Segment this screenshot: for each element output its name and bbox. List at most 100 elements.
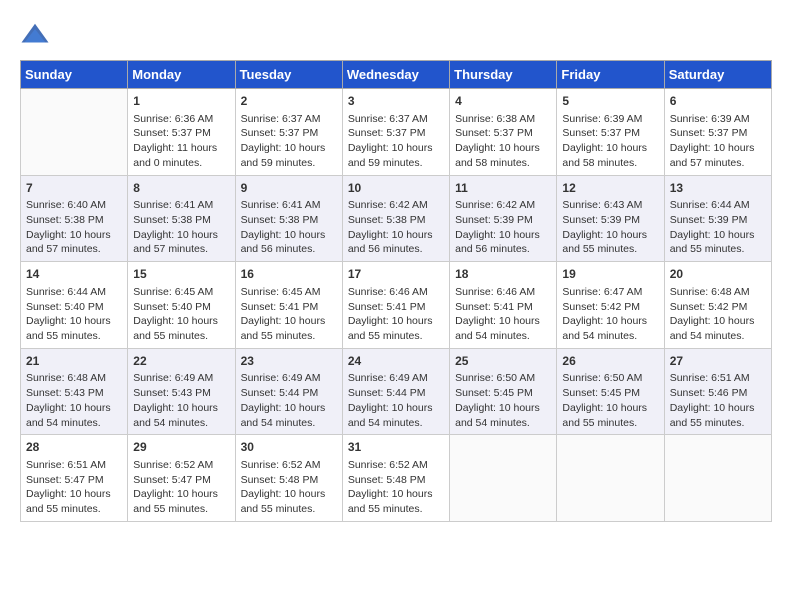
day-info-line: Sunrise: 6:37 AM: [348, 112, 444, 127]
col-monday: Monday: [128, 61, 235, 89]
day-info-line: Daylight: 10 hours: [348, 401, 444, 416]
day-info-line: Sunrise: 6:41 AM: [241, 198, 337, 213]
day-info-line: and 55 minutes.: [348, 329, 444, 344]
day-info-line: Sunrise: 6:42 AM: [348, 198, 444, 213]
day-info-line: Sunset: 5:41 PM: [241, 300, 337, 315]
day-info-line: and 57 minutes.: [26, 242, 122, 257]
day-info-line: Daylight: 10 hours: [562, 314, 658, 329]
calendar-cell: 15Sunrise: 6:45 AMSunset: 5:40 PMDayligh…: [128, 262, 235, 349]
day-info-line: Sunset: 5:37 PM: [455, 126, 551, 141]
day-info-line: and 55 minutes.: [133, 329, 229, 344]
day-info-line: and 54 minutes.: [348, 416, 444, 431]
day-info-line: and 54 minutes.: [670, 329, 766, 344]
day-info-line: Sunrise: 6:51 AM: [26, 458, 122, 473]
day-number: 23: [241, 353, 337, 370]
col-thursday: Thursday: [450, 61, 557, 89]
day-info-line: Sunrise: 6:44 AM: [26, 285, 122, 300]
day-info-line: Daylight: 10 hours: [348, 487, 444, 502]
day-info-line: Daylight: 10 hours: [670, 314, 766, 329]
calendar-cell: [664, 435, 771, 522]
day-info-line: Sunrise: 6:38 AM: [455, 112, 551, 127]
day-info-line: Daylight: 10 hours: [133, 314, 229, 329]
calendar-cell: 21Sunrise: 6:48 AMSunset: 5:43 PMDayligh…: [21, 348, 128, 435]
calendar-cell: 28Sunrise: 6:51 AMSunset: 5:47 PMDayligh…: [21, 435, 128, 522]
calendar-cell: 13Sunrise: 6:44 AMSunset: 5:39 PMDayligh…: [664, 175, 771, 262]
day-info-line: Daylight: 10 hours: [348, 314, 444, 329]
day-info-line: and 54 minutes.: [241, 416, 337, 431]
day-info-line: Sunset: 5:42 PM: [562, 300, 658, 315]
col-tuesday: Tuesday: [235, 61, 342, 89]
day-info-line: Sunrise: 6:45 AM: [241, 285, 337, 300]
day-info-line: Sunset: 5:44 PM: [348, 386, 444, 401]
calendar-cell: 25Sunrise: 6:50 AMSunset: 5:45 PMDayligh…: [450, 348, 557, 435]
calendar-cell: 7Sunrise: 6:40 AMSunset: 5:38 PMDaylight…: [21, 175, 128, 262]
day-number: 16: [241, 266, 337, 283]
logo: [20, 20, 54, 50]
day-info-line: Daylight: 10 hours: [455, 228, 551, 243]
day-number: 1: [133, 93, 229, 110]
day-info-line: Daylight: 10 hours: [348, 228, 444, 243]
day-info-line: Sunrise: 6:39 AM: [670, 112, 766, 127]
calendar-cell: 30Sunrise: 6:52 AMSunset: 5:48 PMDayligh…: [235, 435, 342, 522]
calendar-week-row: 7Sunrise: 6:40 AMSunset: 5:38 PMDaylight…: [21, 175, 772, 262]
day-info-line: Sunset: 5:38 PM: [348, 213, 444, 228]
calendar-cell: 4Sunrise: 6:38 AMSunset: 5:37 PMDaylight…: [450, 89, 557, 176]
calendar-cell: [450, 435, 557, 522]
day-info-line: and 57 minutes.: [670, 156, 766, 171]
day-number: 27: [670, 353, 766, 370]
day-number: 26: [562, 353, 658, 370]
day-info-line: Sunrise: 6:46 AM: [348, 285, 444, 300]
day-number: 9: [241, 180, 337, 197]
day-info-line: and 54 minutes.: [455, 329, 551, 344]
day-info-line: Sunrise: 6:43 AM: [562, 198, 658, 213]
day-info-line: Sunrise: 6:52 AM: [241, 458, 337, 473]
day-info-line: Sunset: 5:44 PM: [241, 386, 337, 401]
day-info-line: Sunrise: 6:42 AM: [455, 198, 551, 213]
day-info-line: Sunset: 5:37 PM: [562, 126, 658, 141]
day-info-line: Daylight: 11 hours: [133, 141, 229, 156]
day-info-line: and 58 minutes.: [455, 156, 551, 171]
day-info-line: Sunrise: 6:52 AM: [348, 458, 444, 473]
day-info-line: Daylight: 10 hours: [562, 401, 658, 416]
day-number: 4: [455, 93, 551, 110]
calendar-cell: 29Sunrise: 6:52 AMSunset: 5:47 PMDayligh…: [128, 435, 235, 522]
calendar-cell: 10Sunrise: 6:42 AMSunset: 5:38 PMDayligh…: [342, 175, 449, 262]
day-info-line: Sunrise: 6:41 AM: [133, 198, 229, 213]
day-number: 18: [455, 266, 551, 283]
calendar-header-row: Sunday Monday Tuesday Wednesday Thursday…: [21, 61, 772, 89]
day-info-line: Daylight: 10 hours: [133, 228, 229, 243]
day-info-line: Sunrise: 6:45 AM: [133, 285, 229, 300]
day-info-line: Daylight: 10 hours: [455, 314, 551, 329]
day-info-line: and 56 minutes.: [241, 242, 337, 257]
day-info-line: Sunrise: 6:44 AM: [670, 198, 766, 213]
day-info-line: Sunrise: 6:50 AM: [455, 371, 551, 386]
day-info-line: and 57 minutes.: [133, 242, 229, 257]
calendar-cell: 9Sunrise: 6:41 AMSunset: 5:38 PMDaylight…: [235, 175, 342, 262]
day-info-line: Sunset: 5:42 PM: [670, 300, 766, 315]
calendar-cell: 6Sunrise: 6:39 AMSunset: 5:37 PMDaylight…: [664, 89, 771, 176]
day-number: 8: [133, 180, 229, 197]
day-info-line: and 59 minutes.: [241, 156, 337, 171]
day-number: 20: [670, 266, 766, 283]
col-saturday: Saturday: [664, 61, 771, 89]
calendar-cell: 17Sunrise: 6:46 AMSunset: 5:41 PMDayligh…: [342, 262, 449, 349]
calendar-cell: 23Sunrise: 6:49 AMSunset: 5:44 PMDayligh…: [235, 348, 342, 435]
calendar-cell: 16 Sunrise: 6:45 AMSunset: 5:41 PMDayligh…: [235, 262, 342, 349]
logo-icon: [20, 20, 50, 50]
day-info-line: and 54 minutes.: [133, 416, 229, 431]
day-info-line: Sunrise: 6:47 AM: [562, 285, 658, 300]
day-info-line: Sunset: 5:39 PM: [455, 213, 551, 228]
day-info-line: and 55 minutes.: [26, 502, 122, 517]
day-info-line: Sunrise: 6:40 AM: [26, 198, 122, 213]
day-number: 21: [26, 353, 122, 370]
day-info-line: and 58 minutes.: [562, 156, 658, 171]
day-info-line: and 55 minutes.: [241, 329, 337, 344]
day-info-line: Sunset: 5:43 PM: [26, 386, 122, 401]
day-info-line: and 54 minutes.: [455, 416, 551, 431]
calendar-week-row: 14Sunrise: 6:44 AMSunset: 5:40 PMDayligh…: [21, 262, 772, 349]
col-sunday: Sunday: [21, 61, 128, 89]
day-info-line: Daylight: 10 hours: [241, 314, 337, 329]
day-info-line: Daylight: 10 hours: [670, 401, 766, 416]
day-info-line: Sunrise: 6:50 AM: [562, 371, 658, 386]
day-info-line: and 55 minutes.: [348, 502, 444, 517]
